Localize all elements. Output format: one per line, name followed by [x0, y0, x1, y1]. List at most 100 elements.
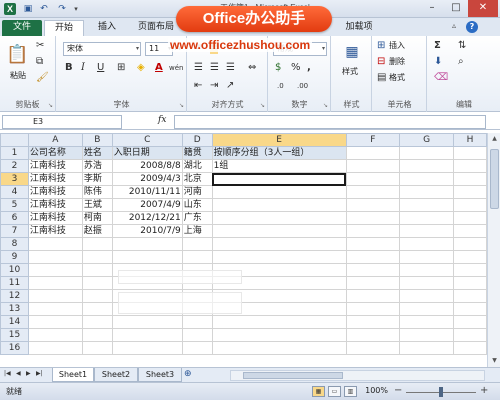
- currency-button[interactable]: $: [275, 62, 281, 74]
- delete-cells-button[interactable]: 删除: [389, 56, 405, 68]
- tab-page-layout[interactable]: 页面布局: [130, 20, 182, 36]
- cell-a9[interactable]: [27, 250, 83, 264]
- format-cells-button[interactable]: 格式: [389, 72, 405, 84]
- cell-d9[interactable]: [181, 250, 213, 264]
- cell-g8[interactable]: [399, 237, 455, 251]
- cell-e9[interactable]: [211, 250, 347, 264]
- comma-button[interactable]: ,: [307, 62, 311, 74]
- autosum-button[interactable]: Σ: [434, 40, 441, 52]
- column-header-f[interactable]: F: [345, 133, 401, 147]
- select-all-corner[interactable]: [0, 133, 29, 147]
- row-header[interactable]: 4: [0, 185, 29, 199]
- page-break-view-icon[interactable]: ▥: [344, 386, 357, 397]
- align-center-icon[interactable]: ☰: [210, 62, 219, 74]
- row-header[interactable]: 14: [0, 315, 29, 329]
- row-header[interactable]: 12: [0, 289, 29, 303]
- cell-a7[interactable]: 江南科技: [27, 224, 83, 238]
- cell-b8[interactable]: [81, 237, 113, 251]
- cell-b9[interactable]: [81, 250, 113, 264]
- customize-quick-access-icon[interactable]: ▾: [70, 3, 82, 15]
- cell-b2[interactable]: 苏浩: [81, 159, 113, 173]
- cut-icon[interactable]: ✂: [36, 40, 44, 52]
- row-header[interactable]: 15: [0, 328, 29, 342]
- insert-cells-button[interactable]: 插入: [389, 40, 405, 52]
- column-header-h[interactable]: H: [453, 133, 487, 147]
- decrease-decimal-icon[interactable]: .00: [297, 80, 308, 92]
- cell-e6[interactable]: [211, 211, 347, 225]
- cell-g9[interactable]: [399, 250, 455, 264]
- horizontal-scroll-thumb[interactable]: [243, 372, 343, 379]
- font-color-button[interactable]: A: [155, 62, 163, 74]
- cell-h2[interactable]: [453, 159, 487, 173]
- cell-f2[interactable]: [345, 159, 401, 173]
- cell-g4[interactable]: [399, 185, 455, 199]
- scroll-down-icon[interactable]: ▼: [488, 355, 500, 367]
- cell-d16[interactable]: [181, 341, 213, 355]
- row-header[interactable]: 8: [0, 237, 29, 251]
- cell-a1[interactable]: 公司名称: [27, 146, 83, 160]
- tab-insert[interactable]: 插入: [90, 20, 124, 36]
- cell-h1[interactable]: [453, 146, 487, 160]
- maximize-button[interactable]: □: [444, 0, 468, 17]
- cell-f1[interactable]: [345, 146, 401, 160]
- cell-e8[interactable]: [211, 237, 347, 251]
- row-header[interactable]: 6: [0, 211, 29, 225]
- cell-f10[interactable]: [345, 263, 401, 277]
- cell-a14[interactable]: [27, 315, 83, 329]
- cell-h11[interactable]: [453, 276, 487, 290]
- cell-a2[interactable]: 江南科技: [27, 159, 83, 173]
- cell-c9[interactable]: [111, 250, 183, 264]
- copy-icon[interactable]: ⧉: [36, 56, 43, 68]
- cell-b16[interactable]: [81, 341, 113, 355]
- row-header[interactable]: 7: [0, 224, 29, 238]
- cell-e15[interactable]: [211, 328, 347, 342]
- italic-button[interactable]: I: [81, 62, 85, 74]
- cell-g5[interactable]: [399, 198, 455, 212]
- zoom-in-button[interactable]: +: [480, 385, 488, 396]
- cell-c16[interactable]: [111, 341, 183, 355]
- insert-worksheet-icon[interactable]: ⊕: [184, 369, 192, 379]
- cell-b6[interactable]: 柯南: [81, 211, 113, 225]
- cell-b7[interactable]: 赵振: [81, 224, 113, 238]
- row-header[interactable]: 13: [0, 302, 29, 316]
- cell-c8[interactable]: [111, 237, 183, 251]
- cell-e1[interactable]: 按顺序分组（3人一组）: [211, 146, 347, 160]
- cell-c3[interactable]: 2009/4/3: [111, 172, 183, 186]
- insert-cells-icon[interactable]: ⊞: [377, 40, 385, 52]
- cell-e4[interactable]: [211, 185, 347, 199]
- column-header-b[interactable]: B: [81, 133, 113, 147]
- column-header-e[interactable]: E: [211, 133, 347, 147]
- cell-b15[interactable]: [81, 328, 113, 342]
- cell-f11[interactable]: [345, 276, 401, 290]
- cell-h13[interactable]: [453, 302, 487, 316]
- cell-f16[interactable]: [345, 341, 401, 355]
- cell-d6[interactable]: 广东: [181, 211, 213, 225]
- cell-b4[interactable]: 陈伟: [81, 185, 113, 199]
- cell-d7[interactable]: 上海: [181, 224, 213, 238]
- cell-g11[interactable]: [399, 276, 455, 290]
- row-header[interactable]: 10: [0, 263, 29, 277]
- cell-a15[interactable]: [27, 328, 83, 342]
- save-icon[interactable]: ▣: [22, 3, 34, 15]
- cell-a6[interactable]: 江南科技: [27, 211, 83, 225]
- increase-decimal-icon[interactable]: .0: [277, 80, 284, 92]
- align-right-icon[interactable]: ☰: [226, 62, 235, 74]
- cell-f9[interactable]: [345, 250, 401, 264]
- insert-function-icon[interactable]: fx: [158, 115, 166, 125]
- cell-g10[interactable]: [399, 263, 455, 277]
- page-layout-view-icon[interactable]: ▭: [328, 386, 341, 397]
- close-button[interactable]: ✕: [468, 0, 498, 17]
- cell-g1[interactable]: [399, 146, 455, 160]
- cell-h10[interactable]: [453, 263, 487, 277]
- name-box[interactable]: E3: [2, 115, 122, 129]
- cell-h5[interactable]: [453, 198, 487, 212]
- underline-button[interactable]: U: [97, 62, 104, 74]
- cell-d15[interactable]: [181, 328, 213, 342]
- sheet-tab-2[interactable]: Sheet2: [94, 368, 138, 382]
- cell-b13[interactable]: [81, 302, 113, 316]
- cell-c5[interactable]: 2007/4/9: [111, 198, 183, 212]
- cell-h6[interactable]: [453, 211, 487, 225]
- cell-a12[interactable]: [27, 289, 83, 303]
- cell-d5[interactable]: 山东: [181, 198, 213, 212]
- percent-button[interactable]: %: [291, 62, 301, 74]
